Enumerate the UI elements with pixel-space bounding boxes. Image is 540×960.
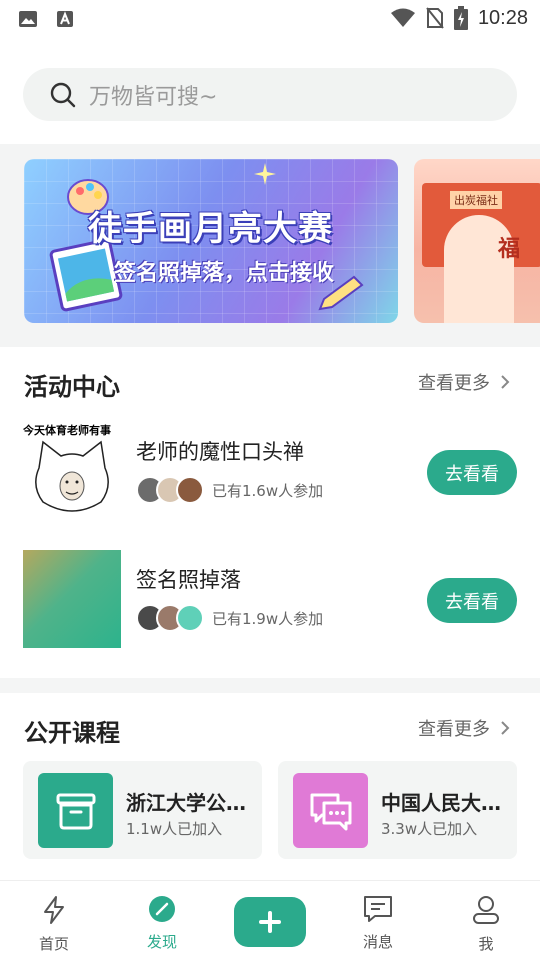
activity-name: 签名照掉落 <box>136 568 241 592</box>
avatar <box>176 476 204 504</box>
banner-fu-char: 福 <box>498 237 521 262</box>
user-icon <box>473 896 499 924</box>
activity-thumbnail: 今天体育老师有事 <box>23 422 121 520</box>
course-title: 中国人民大学公开课 <box>381 791 507 815</box>
sparkle-icon <box>254 163 276 185</box>
search-icon <box>50 82 76 107</box>
activity-thumbnail <box>23 550 121 648</box>
pencil-icon <box>318 275 364 311</box>
go-see-button[interactable]: 去看看 <box>427 578 517 623</box>
banner-moon-contest[interactable]: 徒手画月亮大赛 签名照掉落，点击接收 <box>24 159 398 323</box>
activity-joined-count: 已有1.9w人参加 <box>212 609 324 628</box>
activity-item[interactable]: 今天体育老师有事 老师的魔性口头禅 已有1.6w人参加 去看看 <box>0 422 540 520</box>
course-count: 1.1w人已加入 <box>126 820 223 838</box>
status-bar: 10:28 <box>0 0 540 40</box>
gallery-icon <box>19 11 37 27</box>
thumbnail-caption: 今天体育老师有事 <box>23 424 111 437</box>
banner-carousel[interactable]: 徒手画月亮大赛 签名照掉落，点击接收 出炭福社 福 <box>0 144 540 347</box>
search-bar[interactable]: 万物皆可搜~ <box>23 68 517 121</box>
add-button[interactable] <box>234 897 306 947</box>
tab-label: 发现 <box>146 933 177 951</box>
bottom-tab-bar: 首页 发现 消息 我 <box>0 880 540 960</box>
message-icon <box>364 896 392 922</box>
tab-profile[interactable]: 我 <box>446 895 526 954</box>
tab-messages[interactable]: 消息 <box>338 895 418 952</box>
go-see-button[interactable]: 去看看 <box>427 450 517 495</box>
activity-section: 活动中心 查看更多 今天体育老师有事 老师的魔性口头禅 已有1.6w人参加 去看… <box>0 347 540 678</box>
tab-label: 我 <box>478 935 494 953</box>
text-a-icon <box>57 11 73 27</box>
tab-label: 消息 <box>362 933 393 951</box>
cat-face-drawing <box>35 440 109 512</box>
activity-participants: 已有1.9w人参加 <box>136 604 323 632</box>
banner-title: 徒手画月亮大赛 <box>88 209 333 249</box>
chevron-right-icon <box>501 375 510 389</box>
battery-charging-icon <box>453 6 468 30</box>
course-card[interactable]: 中国人民大学公开课 3.3w人已加入 <box>278 761 517 859</box>
courses-section: 公开课程 查看更多 浙江大学公开课 1.1w人已加入 中国人民大学公开课 3.3… <box>0 693 540 883</box>
activity-more-label: 查看更多 <box>418 373 490 394</box>
status-time: 10:28 <box>477 6 528 29</box>
activity-more-link[interactable]: 查看更多 <box>418 369 510 395</box>
chevron-right-icon <box>501 721 510 735</box>
courses-more-link[interactable]: 查看更多 <box>418 715 510 741</box>
activity-name: 老师的魔性口头禅 <box>136 440 304 464</box>
chat-bubbles-icon <box>310 793 351 830</box>
banner-fortune[interactable]: 出炭福社 福 <box>414 159 540 323</box>
course-icon-tile <box>293 773 368 848</box>
activity-participants: 已有1.6w人参加 <box>136 476 323 504</box>
banner-sign: 出炭福社 <box>450 191 502 209</box>
activity-joined-count: 已有1.6w人参加 <box>212 481 324 500</box>
header: 万物皆可搜~ <box>0 40 540 144</box>
archive-box-icon <box>56 793 95 829</box>
course-card[interactable]: 浙江大学公开课 1.1w人已加入 <box>23 761 262 859</box>
plus-icon <box>259 911 281 933</box>
search-placeholder: 万物皆可搜~ <box>89 84 218 110</box>
compass-icon <box>149 896 175 922</box>
activity-title: 活动中心 <box>24 373 120 401</box>
activity-item[interactable]: 签名照掉落 已有1.9w人参加 去看看 <box>0 550 540 648</box>
wifi-icon <box>390 8 415 27</box>
tab-label: 首页 <box>38 935 69 953</box>
courses-more-label: 查看更多 <box>418 719 490 740</box>
courses-title: 公开课程 <box>24 719 120 747</box>
course-icon-tile <box>38 773 113 848</box>
course-title: 浙江大学公开课 <box>126 791 252 815</box>
tab-home[interactable]: 首页 <box>14 895 94 954</box>
no-sim-icon <box>426 7 444 29</box>
lightning-icon <box>44 896 64 924</box>
banner-subtitle: 签名照掉落，点击接收 <box>114 261 335 286</box>
avatar <box>176 604 204 632</box>
tab-discover[interactable]: 发现 <box>122 895 202 952</box>
course-count: 3.3w人已加入 <box>381 820 478 838</box>
